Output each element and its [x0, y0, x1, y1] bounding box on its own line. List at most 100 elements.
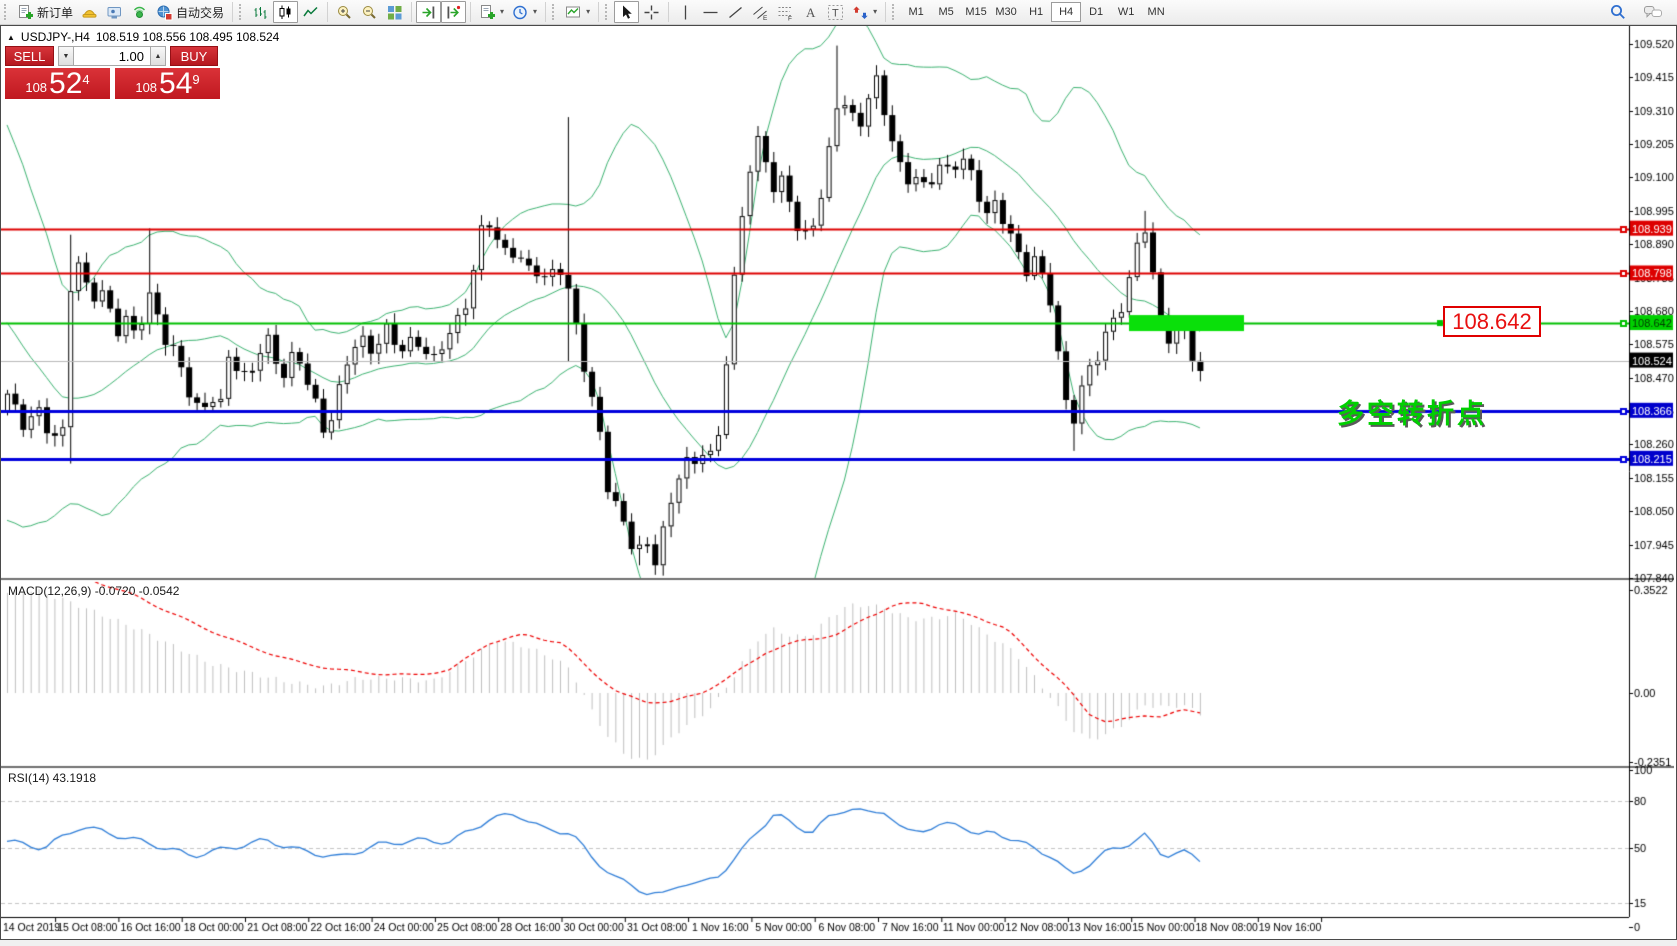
autotrading-label: 自动交易	[176, 4, 224, 21]
symbol-info-bar: ▲ USDJPY-,H4 108.519 108.556 108.495 108…	[7, 30, 279, 44]
chevron-down-icon: ▾	[500, 8, 504, 16]
terminal-button[interactable]	[102, 1, 127, 23]
search-icon	[1609, 3, 1627, 21]
bar-chart-button[interactable]	[248, 1, 273, 23]
sell-button[interactable]: SELL	[5, 46, 54, 66]
toolbar-grip	[4, 4, 9, 20]
chart-canvas[interactable]	[1, 26, 1674, 937]
text-label-icon: T	[827, 4, 844, 21]
text-icon: A	[802, 4, 819, 21]
vertical-line-button[interactable]	[673, 1, 698, 23]
horizontal-line-button[interactable]	[698, 1, 723, 23]
indicators-icon	[565, 4, 582, 21]
timeframe-m30-button[interactable]: M30	[991, 2, 1021, 22]
chart-shift-button[interactable]	[441, 1, 466, 23]
svg-text:T: T	[832, 7, 839, 19]
metaeditor-button[interactable]	[77, 1, 102, 23]
buy-price-prefix: 108	[135, 78, 157, 98]
buy-price-big: 54	[159, 70, 192, 98]
mt4-terminal: { "toolbar": { "new_order": "新订单", "auto…	[0, 0, 1677, 946]
trendline-icon	[727, 4, 744, 21]
line-chart-button[interactable]	[298, 1, 323, 23]
periods-button[interactable]: ▾	[508, 1, 541, 23]
macd-indicator-label: MACD(12,26,9) -0.0720 -0.0542	[8, 584, 179, 598]
buy-price-pip: 9	[192, 73, 199, 86]
symbol-period-label: USDJPY-,H4	[21, 30, 90, 44]
fibonacci-button[interactable]: F	[773, 1, 798, 23]
timeframe-h1-button[interactable]: H1	[1021, 2, 1051, 22]
text-label-button[interactable]: T	[823, 1, 848, 23]
timeframe-m15-button[interactable]: M15	[961, 2, 991, 22]
chart-shift-icon	[445, 4, 462, 21]
buy-button[interactable]: BUY	[170, 46, 218, 66]
new-chart-button[interactable]: ▾	[475, 1, 508, 23]
new-order-label: 新订单	[37, 4, 73, 21]
new-order-button[interactable]: 新订单	[13, 1, 77, 23]
indicators-button[interactable]: ▾	[561, 1, 594, 23]
equidistant-channel-button[interactable]: E	[748, 1, 773, 23]
terminal-icon	[106, 4, 123, 21]
collapse-triangle-icon[interactable]: ▲	[7, 33, 15, 42]
volume-input[interactable]	[74, 46, 150, 66]
tile-windows-icon	[386, 4, 403, 21]
separator	[327, 2, 328, 22]
separator	[232, 2, 233, 22]
svg-text:E: E	[763, 15, 768, 21]
trendline-button[interactable]	[723, 1, 748, 23]
sell-price-pip: 4	[82, 73, 89, 86]
tile-windows-button[interactable]	[382, 1, 407, 23]
metaeditor-icon	[81, 4, 98, 21]
zoom-in-icon	[336, 4, 353, 21]
chat-button[interactable]	[1639, 1, 1667, 23]
channel-icon: E	[752, 4, 769, 21]
crosshair-button[interactable]	[639, 1, 664, 23]
volume-decrease-button[interactable]: ▼	[58, 46, 74, 66]
zoom-out-button[interactable]	[357, 1, 382, 23]
zoom-in-button[interactable]	[332, 1, 357, 23]
timeframe-d1-button[interactable]: D1	[1081, 2, 1111, 22]
separator	[885, 2, 886, 22]
auto-scroll-icon	[420, 4, 437, 21]
text-button[interactable]: A	[798, 1, 823, 23]
timeframe-m5-button[interactable]: M5	[931, 2, 961, 22]
toolbar: 新订单 自动交易 ▾	[0, 0, 1677, 25]
sell-price-quote[interactable]: 108 52 4	[5, 68, 110, 99]
line-chart-icon	[302, 4, 319, 21]
search-button[interactable]	[1605, 1, 1631, 23]
chart-annotation-text[interactable]: 多空转折点	[1337, 392, 1487, 431]
sell-price-big: 52	[49, 70, 82, 98]
clock-icon	[512, 4, 529, 21]
buy-price-quote[interactable]: 108 54 9	[115, 68, 220, 99]
autotrading-button[interactable]: 自动交易	[152, 1, 228, 23]
timeframe-h4-button[interactable]: H4	[1051, 2, 1081, 22]
new-chart-icon	[479, 4, 496, 21]
auto-scroll-button[interactable]	[416, 1, 441, 23]
timeframe-w1-button[interactable]: W1	[1111, 2, 1141, 22]
chevron-down-icon: ▾	[586, 8, 590, 16]
signals-button[interactable]	[127, 1, 152, 23]
price-level-callout[interactable]: 108.642	[1443, 306, 1541, 337]
timeframe-mn-button[interactable]: MN	[1141, 2, 1171, 22]
svg-text:A: A	[806, 5, 816, 20]
signals-icon	[131, 4, 148, 21]
chart-window: ▲ USDJPY-,H4 108.519 108.556 108.495 108…	[0, 25, 1677, 940]
arrows-button[interactable]: ▾	[848, 1, 881, 23]
new-order-icon	[17, 4, 34, 21]
toolbar-grip	[552, 4, 557, 20]
cursor-button[interactable]	[614, 1, 639, 23]
separator	[598, 2, 599, 22]
volume-increase-button[interactable]: ▲	[150, 46, 166, 66]
rsi-indicator-label: RSI(14) 43.1918	[8, 771, 96, 785]
svg-text:F: F	[788, 15, 792, 21]
autotrading-icon	[156, 4, 173, 21]
candlestick-chart-button[interactable]	[273, 1, 298, 23]
timeframe-m1-button[interactable]: M1	[901, 2, 931, 22]
one-click-trading-panel: SELL ▼ ▲ BUY 108 52 4 108 54 9	[5, 46, 223, 99]
horizontal-line-icon	[702, 4, 719, 21]
chevron-down-icon: ▾	[533, 8, 537, 16]
separator	[470, 2, 471, 22]
ohlc-values: 108.519 108.556 108.495 108.524	[96, 30, 280, 44]
arrows-icon	[852, 4, 869, 21]
toolbar-grip	[239, 4, 244, 20]
separator	[668, 2, 669, 22]
